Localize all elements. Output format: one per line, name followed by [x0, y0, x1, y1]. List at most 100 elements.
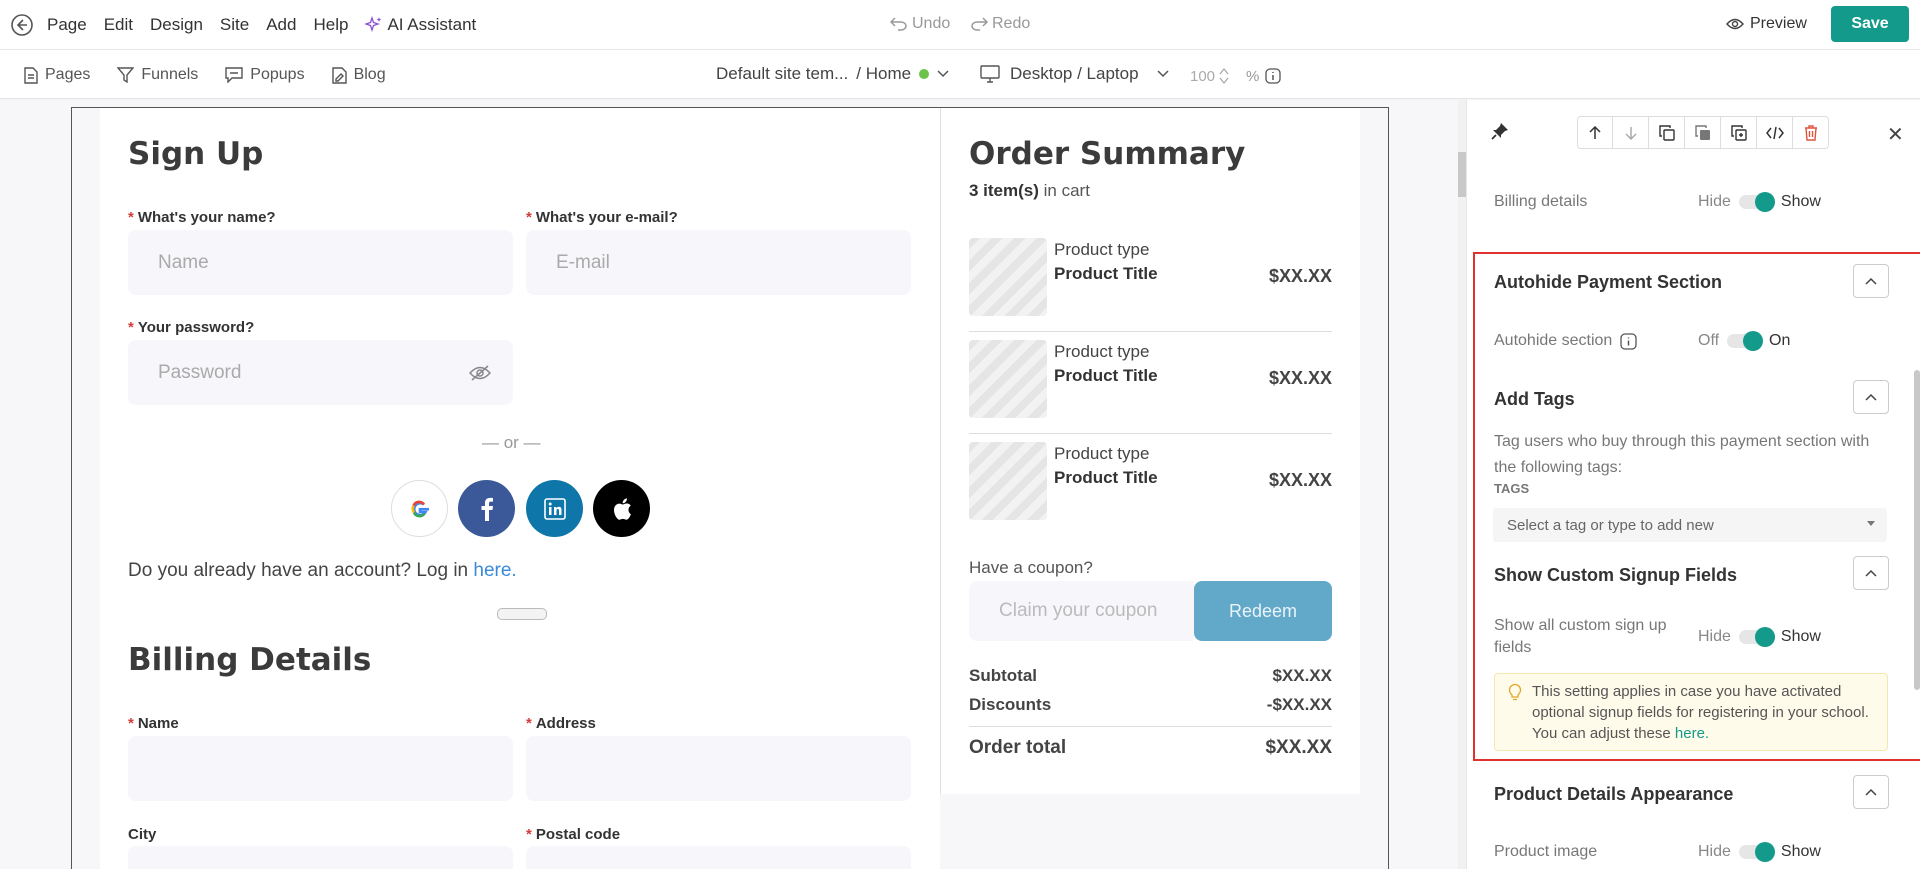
canvas-scrollbar[interactable]: [1458, 100, 1466, 869]
password-label: * Your password?: [128, 319, 255, 336]
secondary-toolbar: Pages Funnels Popups Blog Default site t…: [0, 51, 1920, 99]
toggle-switch[interactable]: [1738, 192, 1775, 212]
stepper-icon[interactable]: [1219, 67, 1229, 85]
product-type: Product type: [1054, 444, 1150, 463]
product-price: $XX.XX: [1268, 470, 1332, 490]
copy-icon: [1658, 124, 1675, 141]
toggle-switch[interactable]: [1738, 842, 1775, 862]
google-login-button[interactable]: [391, 480, 448, 537]
name-label: * What's your name?: [128, 209, 276, 226]
toggle-hide-label: Hide: [1698, 193, 1731, 210]
product-image-label: Product image: [1494, 843, 1598, 860]
info-icon[interactable]: [1265, 68, 1281, 84]
google-icon: [410, 500, 429, 517]
nav-popups[interactable]: Popups: [225, 66, 305, 84]
delete-button[interactable]: [1793, 116, 1829, 149]
product-image-placeholder: [969, 238, 1047, 316]
menu-help[interactable]: Help: [313, 15, 348, 35]
zoom-input[interactable]: 100: [1190, 64, 1240, 88]
pin-icon[interactable]: [1491, 122, 1509, 140]
site-template-name: Default site tem...: [716, 64, 849, 83]
redo-button[interactable]: Redo: [970, 15, 1030, 33]
billing-details-toggle[interactable]: Hide Show: [1698, 192, 1821, 212]
billing-details-label: Billing details: [1494, 193, 1588, 210]
site-page-selector[interactable]: Default site tem... / Home: [716, 64, 949, 84]
content-nav: Pages Funnels Popups Blog: [24, 51, 413, 99]
chevron-down-icon: [937, 70, 949, 78]
menu-design[interactable]: Design: [150, 15, 203, 35]
discounts-label: Discounts: [969, 695, 1052, 714]
redeem-button[interactable]: Redeem: [1194, 581, 1332, 641]
desktop-icon: [980, 65, 1000, 83]
code-button[interactable]: [1757, 116, 1793, 149]
undo-button[interactable]: Undo: [890, 15, 950, 33]
order-total-label: Order total: [969, 737, 1067, 758]
billing-address-label: * Address: [526, 715, 596, 732]
billing-city-input[interactable]: [128, 846, 513, 869]
billing-address-label-text: Address: [535, 715, 596, 732]
section-drag-handle[interactable]: [497, 608, 547, 620]
cart-item: Product type Product Title $XX.XX: [969, 340, 1332, 442]
duplicate-button[interactable]: [1649, 116, 1685, 149]
password-input[interactable]: Password: [128, 340, 513, 405]
published-status-dot: [919, 69, 930, 79]
copy-style-button[interactable]: [1685, 116, 1721, 149]
menu-page[interactable]: Page: [47, 15, 87, 35]
email-label-text: What's your e-mail?: [535, 209, 678, 226]
move-down-button[interactable]: [1613, 116, 1649, 149]
login-prompt: Do you already have an account? Log in h…: [128, 560, 517, 582]
close-icon[interactable]: ✕: [1887, 122, 1904, 147]
nav-pages-label: Pages: [45, 66, 91, 83]
billing-postal-label-text: Postal code: [535, 826, 621, 843]
order-total-value: $XX.XX: [1265, 737, 1332, 758]
linkedin-login-button[interactable]: [526, 480, 583, 537]
email-input[interactable]: E-mail: [526, 230, 911, 295]
save-as-template-button[interactable]: [1721, 116, 1757, 149]
product-title: Product Title: [1054, 264, 1158, 283]
undo-label: Undo: [912, 15, 951, 32]
cart-item: Product type Product Title $XX.XX: [969, 238, 1332, 340]
undo-icon: [890, 17, 907, 31]
redo-label: Redo: [992, 15, 1031, 32]
canvas-scrollbar-thumb[interactable]: [1458, 152, 1466, 197]
discounts-value: -$XX.XX: [1266, 695, 1332, 714]
page-icon: [24, 66, 38, 84]
menu-site[interactable]: Site: [220, 15, 249, 35]
login-link[interactable]: here.: [473, 560, 516, 581]
email-label: * What's your e-mail?: [526, 209, 678, 226]
order-summary-title: Order Summary: [969, 136, 1246, 172]
save-button[interactable]: Save: [1831, 6, 1909, 42]
product-image-placeholder: [969, 442, 1047, 520]
facebook-icon: [481, 497, 493, 521]
code-icon: [1765, 126, 1784, 139]
back-arrow-icon[interactable]: [10, 13, 34, 37]
product-type: Product type: [1054, 342, 1150, 361]
ai-assistant-button[interactable]: AI Assistant: [365, 15, 493, 35]
layers-icon: [1694, 124, 1710, 140]
order-total-row: Order total $XX.XX: [969, 737, 1332, 759]
billing-name-input[interactable]: [128, 736, 513, 801]
arrow-up-icon: [1589, 125, 1601, 139]
move-up-button[interactable]: [1577, 116, 1613, 149]
billing-address-input[interactable]: [526, 736, 911, 801]
eye-slash-icon[interactable]: [469, 364, 491, 382]
trash-icon: [1804, 124, 1817, 141]
billing-postal-input[interactable]: [526, 846, 911, 869]
product-image-toggle[interactable]: Hide Show: [1698, 842, 1821, 862]
menu-add[interactable]: Add: [266, 15, 296, 35]
coupon-label: Have a coupon?: [969, 558, 1093, 577]
device-selector[interactable]: Desktop / Laptop: [980, 64, 1169, 84]
preview-button[interactable]: Preview: [1726, 15, 1807, 33]
product-details-collapse-button[interactable]: [1853, 775, 1889, 809]
nav-pages[interactable]: Pages: [24, 66, 90, 84]
blog-icon: [331, 66, 347, 84]
eye-icon: [1726, 18, 1744, 30]
nav-blog[interactable]: Blog: [331, 66, 386, 84]
name-input[interactable]: Name: [128, 230, 513, 295]
nav-funnels[interactable]: Funnels: [117, 66, 198, 84]
apple-login-button[interactable]: [593, 480, 650, 537]
coupon-input[interactable]: Claim your coupon: [969, 581, 1194, 641]
menu-edit[interactable]: Edit: [104, 15, 133, 35]
facebook-login-button[interactable]: [458, 480, 515, 537]
chevron-up-icon: [1865, 788, 1877, 796]
